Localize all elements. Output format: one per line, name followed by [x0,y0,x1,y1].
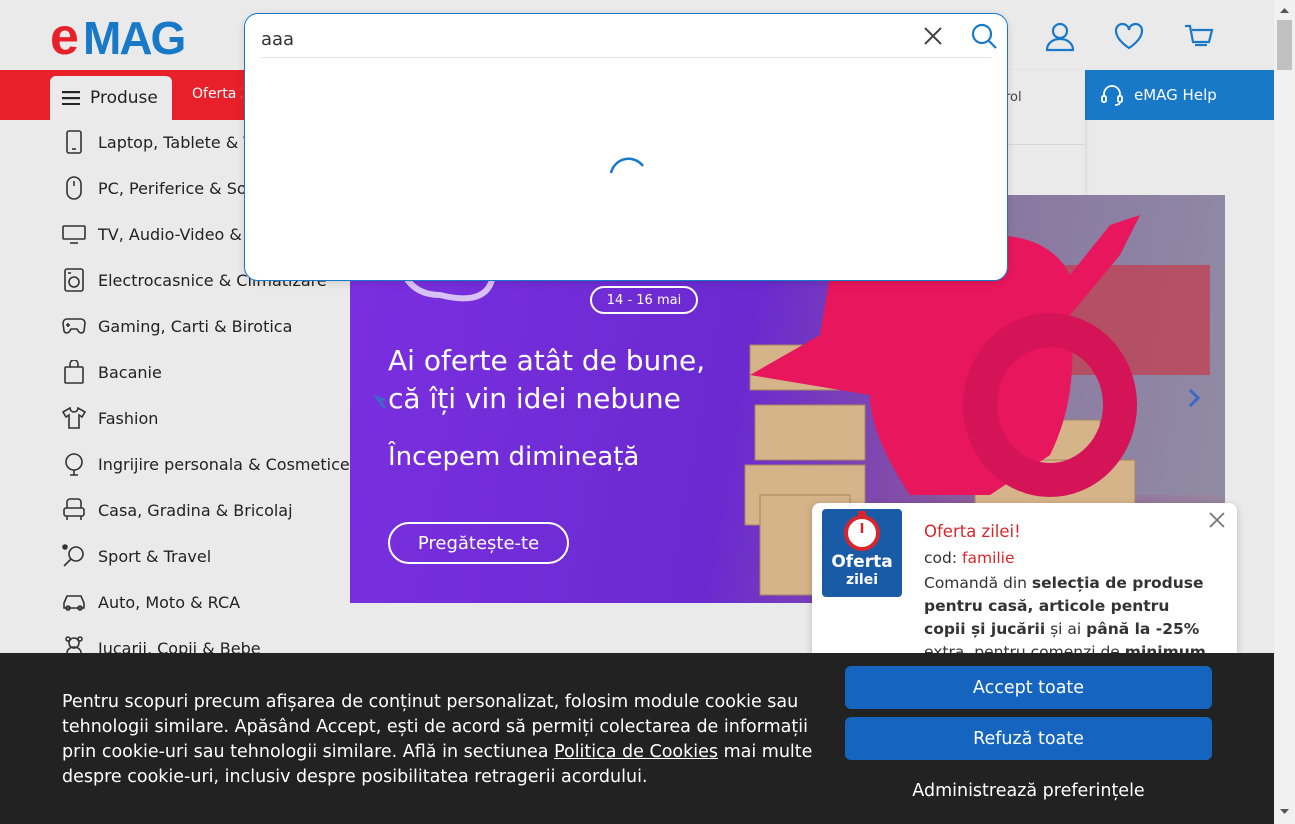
page-scrollbar[interactable] [1274,0,1295,824]
category-label: Gaming, Carti & Birotica [98,316,293,336]
accept-all-button[interactable]: Accept toate [845,666,1212,709]
category-item[interactable]: Fashion [50,396,350,440]
phone-icon [62,130,86,154]
account-icon[interactable] [1044,20,1076,52]
category-item[interactable]: Bacanie [50,350,350,394]
washing-machine-icon [62,268,86,292]
products-menu-label: Produse [90,88,158,108]
close-icon[interactable] [1208,511,1226,529]
tshirt-icon [62,406,86,430]
badge-line-2: zilei [845,572,879,588]
heart-icon[interactable] [1113,20,1145,52]
promo-description: Comandă din selecția de produse pentru c… [924,572,1214,664]
scroll-up-icon[interactable] [1274,4,1295,16]
scroll-down-icon[interactable] [1274,806,1295,818]
logo-e: e [50,12,78,60]
banner-headline-2: că îți vin idei nebune [388,382,681,415]
category-label: TV, Audio-Video & F [98,224,257,244]
mirror-icon [62,452,86,476]
cart-icon[interactable] [1183,20,1215,52]
help-label: eMAG Help [1134,86,1217,104]
category-item[interactable]: Gaming, Carti & Birotica [50,304,350,348]
emag-logo[interactable]: e MAG [50,8,220,66]
clear-search-icon[interactable] [921,24,945,48]
promo-code-label: cod: [924,549,958,567]
search-dropdown [244,13,1008,281]
badge-line-1: Oferta [831,552,893,572]
help-link[interactable]: eMAG Help [1085,70,1274,120]
promo-title: Oferta zilei! [924,522,1021,541]
promo-bold-2: până la -25% [1086,620,1200,638]
banner-cta-button[interactable]: Pregătește-te [388,522,569,564]
divider [1005,144,1085,145]
gamepad-icon [62,314,86,338]
manage-preferences-link[interactable]: Administrează preferințele [845,776,1212,806]
search-icon[interactable] [970,22,998,50]
category-label: Auto, Moto & RCA [98,592,241,612]
category-label: Sport & Travel [98,546,212,566]
promo-text-1: Comandă din [924,574,1027,592]
car-icon [62,590,86,614]
category-item[interactable]: Casa, Gradina & Bricolaj [50,488,350,532]
refuse-all-button[interactable]: Refuză toate [845,717,1212,760]
promo-code: cod: familie [924,549,1015,567]
category-item[interactable]: Auto, Moto & RCA [50,580,350,624]
products-menu-button[interactable]: Produse [50,76,172,120]
promo-code-value: familie [962,549,1015,567]
scrollbar-thumb[interactable] [1277,20,1292,70]
bag-icon [62,360,86,384]
cookie-policy-link[interactable]: Politica de Cookies [554,742,718,762]
promo-text-2: și ai [1050,620,1082,638]
racket-icon [62,544,86,568]
armchair-icon [62,498,86,522]
box [754,404,866,461]
offer-badge: Oferta zilei [822,509,902,597]
tv-icon [62,222,86,246]
divider [261,57,991,58]
account-dropdown: rol [1005,70,1085,210]
category-item[interactable]: Sport & Travel [50,534,350,578]
category-item[interactable]: Ingrijire personala & Cosmetice [50,442,350,486]
cookie-consent-banner: Pentru scopuri precum afișarea de conțin… [0,653,1274,824]
category-label: PC, Periferice & Sof [98,178,253,198]
carousel-prev-icon[interactable] [373,395,387,409]
nav-link-oferta-zilei[interactable]: Oferta Z [192,86,242,102]
category-label: Laptop, Tablete & T [98,132,254,152]
banner-headline-1: Ai oferte atât de bune, [388,344,706,377]
category-label: Bacanie [98,362,162,382]
hamburger-icon [62,91,80,105]
search-input[interactable] [261,24,901,54]
offer-popup: Oferta zilei Oferta zilei! cod: familie … [812,503,1237,663]
banner-date: 14 - 16 mai [590,286,698,314]
headset-icon [1101,85,1123,106]
category-label: Fashion [98,408,159,428]
cookie-text: Pentru scopuri precum afișarea de conțin… [62,690,822,790]
mouse-icon [62,176,86,200]
category-label: Ingrijire personala & Cosmetice [98,454,350,474]
loading-spinner-icon [607,149,647,189]
category-label: Casa, Gradina & Bricolaj [98,500,293,520]
logo-mag: MAG [83,12,184,60]
banner-subline: Începem dimineață [388,442,640,472]
